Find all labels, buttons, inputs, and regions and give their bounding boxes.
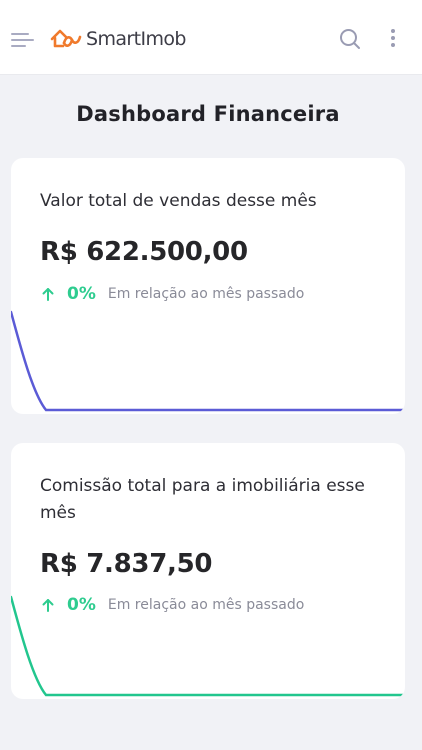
sparkline-line <box>11 310 405 412</box>
sparkline-line <box>11 595 405 697</box>
search-icon <box>340 29 360 49</box>
trend-note: Em relação ao mês passado <box>107 286 305 302</box>
more-vertical-icon <box>391 29 395 47</box>
smartimob-logo-icon <box>50 29 82 48</box>
menu-button[interactable] <box>9 27 37 53</box>
sparkline-chart <box>11 595 405 697</box>
trend-percent: 0% <box>67 284 96 304</box>
more-options-button[interactable] <box>381 25 405 53</box>
page-title: Dashboard Financeira <box>76 102 340 126</box>
sparkline-chart <box>11 310 405 412</box>
commission-total-card: Comissão total para a imobiliária esse m… <box>11 443 405 699</box>
top-app-bar: SmartImob <box>0 0 422 75</box>
brand-name: SmartImob <box>86 28 186 50</box>
card-label: Valor total de vendas desse mês <box>40 191 317 211</box>
search-button[interactable] <box>336 25 364 53</box>
menu-icon <box>11 33 34 47</box>
card-value: R$ 7.837,50 <box>40 549 213 579</box>
card-value: R$ 622.500,00 <box>40 237 248 267</box>
arrow-up-icon <box>42 288 54 301</box>
brand-logo[interactable]: SmartImob <box>50 23 186 55</box>
trend-indicator: 0% Em relação ao mês passado <box>40 284 304 304</box>
card-label: Comissão total para a imobiliária esse m… <box>40 476 365 523</box>
sales-total-card: Valor total de vendas desse mês R$ 622.5… <box>11 158 405 414</box>
